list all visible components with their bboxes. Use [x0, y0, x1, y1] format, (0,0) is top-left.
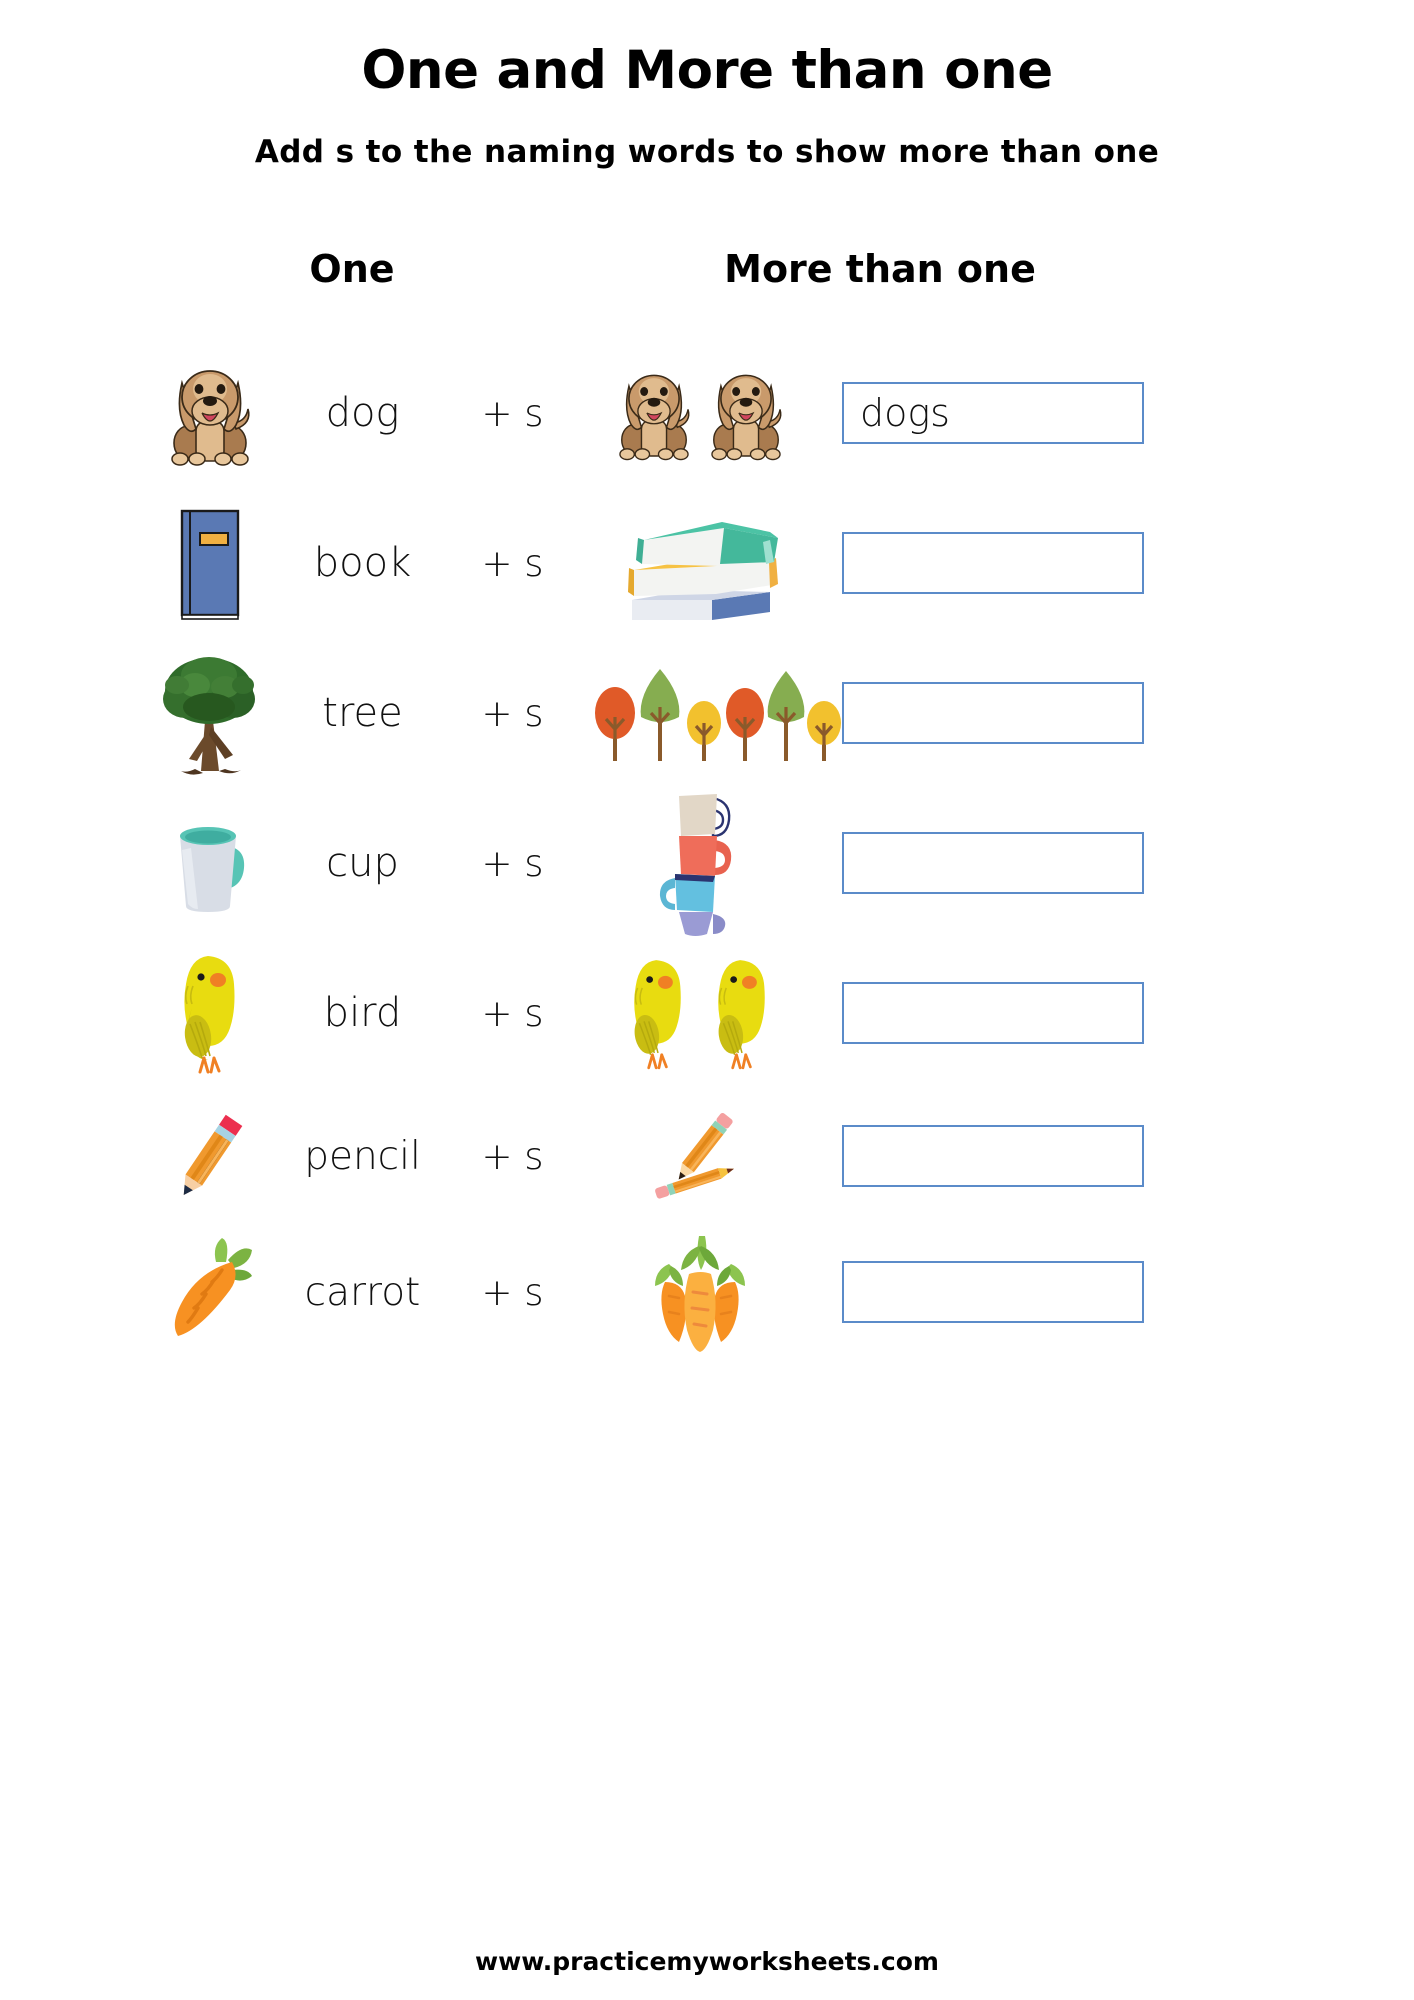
answer-cell: [842, 1261, 1144, 1323]
table-row: cup + s: [0, 788, 1414, 938]
answer-input[interactable]: [842, 982, 1144, 1044]
singular-word: bird: [323, 990, 402, 1036]
tree-icon: [150, 648, 270, 778]
table-row: book + s: [0, 488, 1414, 638]
stack-of-books-icon: [570, 493, 830, 633]
table-row: bird + s: [0, 938, 1414, 1088]
answer-input[interactable]: [842, 1125, 1144, 1187]
plural-suffix: + s: [481, 391, 544, 435]
pencil-icon: [150, 1091, 270, 1221]
two-dogs-icon: [570, 343, 830, 483]
answer-cell: [842, 832, 1144, 894]
answer-input[interactable]: [842, 682, 1144, 744]
table-row: tree + s: [0, 638, 1414, 788]
singular-word: dog: [325, 390, 400, 436]
singular-word: pencil: [304, 1133, 421, 1179]
plural-suffix: + s: [481, 541, 544, 585]
plural-suffix: + s: [481, 1270, 544, 1314]
cup-icon: [150, 798, 270, 928]
two-birds-icon: [570, 943, 830, 1083]
table-row: carrot + s: [0, 1224, 1414, 1360]
bird-icon: [150, 948, 270, 1078]
row-of-trees-icon: [570, 643, 841, 783]
page-subtitle: Add s to the naming words to show more t…: [254, 134, 1160, 170]
worksheet-rows: dog + s dogs book + s tree + s cup + s b…: [0, 338, 1414, 1360]
table-row: pencil + s: [0, 1088, 1414, 1224]
column-headings: One More than one: [0, 250, 1414, 320]
stack-of-cups-icon: [570, 793, 830, 936]
singular-word: cup: [326, 840, 399, 886]
answer-input[interactable]: [842, 1261, 1144, 1323]
footer-url: www.practicemyworksheets.com: [475, 1947, 939, 1976]
page-title: One and More than one: [361, 40, 1053, 101]
table-row: dog + s dogs: [0, 338, 1414, 488]
answer-input[interactable]: dogs: [842, 382, 1144, 444]
plural-suffix: + s: [481, 1134, 544, 1178]
answer-cell: [842, 532, 1144, 594]
plural-suffix: + s: [481, 691, 544, 735]
three-carrots-icon: [570, 1222, 830, 1362]
answer-cell: [842, 982, 1144, 1044]
worksheet-page: One and More than one Add s to the namin…: [0, 0, 1414, 2000]
answer-cell: dogs: [842, 382, 1144, 444]
singular-word: carrot: [304, 1269, 421, 1315]
singular-word: tree: [322, 690, 403, 736]
plural-suffix: + s: [481, 991, 544, 1035]
answer-cell: [842, 682, 1144, 744]
answer-input[interactable]: [842, 532, 1144, 594]
two-pencils-icon: [570, 1086, 830, 1226]
dog-icon: [150, 348, 270, 478]
plural-suffix: + s: [481, 841, 544, 885]
column-heading-one: One: [309, 247, 395, 291]
carrot-icon: [150, 1227, 270, 1357]
column-heading-more-than-one: More than one: [724, 247, 1036, 291]
book-icon: [150, 498, 270, 628]
answer-input[interactable]: [842, 832, 1144, 894]
answer-cell: [842, 1125, 1144, 1187]
singular-word: book: [313, 540, 412, 586]
